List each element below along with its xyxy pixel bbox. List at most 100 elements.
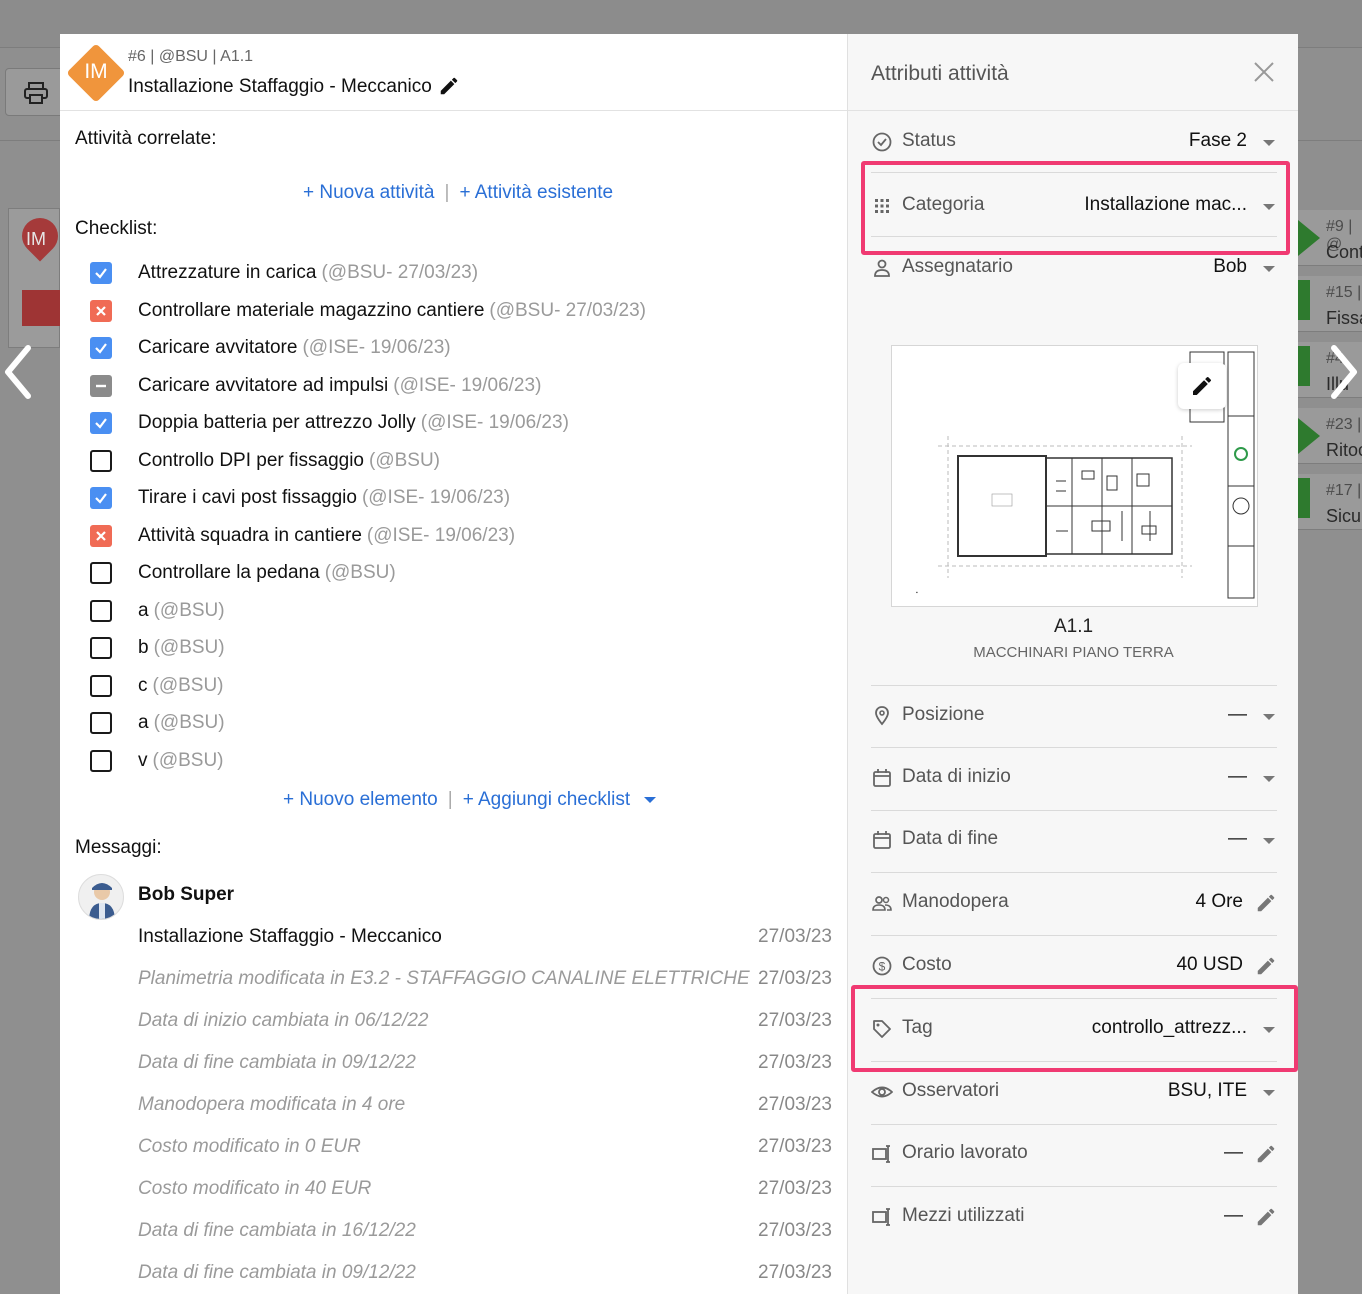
checklist-item-text: Caricare avvitatore [138, 337, 298, 358]
close-icon[interactable] [1252, 60, 1276, 84]
observers-label: Osservatori [902, 1080, 1000, 1101]
edit-plan-button[interactable] [1178, 363, 1226, 409]
caret-down-icon[interactable] [1263, 714, 1275, 720]
checklist-item[interactable]: Attrezzature in carica (@BSU- 27/03/23) [90, 260, 478, 286]
checkbox-checked[interactable] [90, 412, 112, 434]
checklist-item[interactable]: b (@BSU) [90, 635, 225, 661]
message-text: Data di inizio cambiata in 06/12/22 [138, 1010, 429, 1031]
background-task-card: #17 |Sicur [1298, 474, 1362, 530]
checklist-item-text: Tirare i cavi post fissaggio [138, 487, 357, 508]
task-meta: #6 | @BSU | A1.1 [128, 48, 254, 65]
add-checklist-link[interactable]: + Aggiungi checklist [463, 789, 630, 810]
position-field[interactable]: Posizione — [871, 697, 1277, 737]
calendar-icon [873, 831, 891, 849]
caret-down-icon[interactable] [1263, 266, 1275, 272]
checklist-item-meta: (@BSU) [324, 562, 396, 583]
message-date: 27/03/23 [758, 1178, 832, 1199]
new-item-link[interactable]: + Nuovo elemento [283, 789, 438, 810]
caret-down-icon[interactable] [1263, 776, 1275, 782]
caret-down-icon[interactable] [643, 795, 657, 805]
start-date-field[interactable]: Data di inizio — [871, 759, 1277, 799]
existing-activity-link[interactable]: + Attività esistente [459, 182, 613, 203]
caret-down-icon[interactable] [1263, 140, 1275, 146]
checklist-item-text: v [138, 749, 148, 771]
caret-down-icon[interactable] [1263, 838, 1275, 844]
observers-value: BSU, ITE [1167, 1080, 1247, 1101]
link-separator: | [447, 789, 453, 810]
checkbox-partial[interactable] [90, 374, 112, 397]
background-task-card: #15 |Fissa [1298, 276, 1362, 332]
checklist-item-text: Doppia batteria per attrezzo Jolly [138, 412, 416, 433]
previous-arrow-icon[interactable] [0, 342, 40, 402]
edit-pencil-icon[interactable] [1255, 1143, 1277, 1165]
print-button[interactable] [5, 68, 65, 116]
checklist-item[interactable]: v (@BSU) [90, 748, 224, 774]
message-item: Planimetria modificata in E3.2 - STAFFAG… [138, 968, 832, 996]
checkbox-failed[interactable] [90, 524, 112, 547]
checkbox-checked[interactable] [90, 487, 112, 509]
link-separator: | [444, 182, 450, 203]
new-activity-link[interactable]: + Nuova attività [303, 182, 435, 203]
printer-icon [24, 82, 48, 104]
observers-field[interactable]: Osservatori BSU, ITE [871, 1073, 1277, 1113]
divider [871, 810, 1277, 811]
message-author: Bob Super [138, 884, 235, 905]
edit-pencil-icon[interactable] [1255, 955, 1277, 977]
svg-text:$: $ [879, 960, 886, 974]
checklist-item[interactable]: Caricare avvitatore (@ISE- 19/06/23) [90, 335, 451, 361]
checkbox-failed[interactable] [90, 299, 112, 322]
checklist-item[interactable]: a (@BSU) [90, 710, 225, 736]
checkbox-empty[interactable] [90, 712, 112, 734]
labor-value: 4 Ore [1195, 891, 1243, 912]
message-item: Data di fine cambiata in 16/12/22 27/03/2… [138, 1220, 832, 1248]
checklist-item[interactable]: Tirare i cavi post fissaggio (@ISE- 19/06… [90, 485, 510, 511]
checklist-item-text: a [138, 599, 149, 621]
checkbox-empty[interactable] [90, 637, 112, 659]
cost-field[interactable]: $ Costo 40 USD [871, 947, 1277, 987]
checklist-item[interactable]: a (@BSU) [90, 598, 225, 624]
checkbox-empty[interactable] [90, 749, 112, 772]
status-field[interactable]: Status Fase 2 [871, 123, 1277, 163]
worked-hours-field[interactable]: Orario lavorato — [871, 1135, 1277, 1175]
custom-field-icon [872, 1208, 890, 1226]
checklist-item-meta: (@ISE- 19/06/23) [361, 487, 511, 508]
people-icon [872, 896, 892, 911]
checklist-label: Checklist: [75, 218, 158, 239]
messages-label: Messaggi: [75, 837, 162, 858]
edit-pencil-icon[interactable] [1255, 892, 1277, 914]
checklist-item[interactable]: Doppia batteria per attrezzo Jolly (@ISE-… [90, 410, 569, 436]
caret-down-icon[interactable] [1263, 1090, 1275, 1096]
checklist-item[interactable]: Controllare materiale magazzino cantiere… [90, 298, 646, 324]
message-text: Costo modificato in 0 EUR [138, 1136, 361, 1157]
checkbox-empty[interactable] [90, 599, 112, 622]
background-task-card: #9 | @ Cont [1298, 210, 1362, 266]
checkbox-empty[interactable] [90, 674, 112, 697]
checklist-item[interactable]: Controllare la pedana (@BSU) [90, 560, 396, 586]
checklist-item-meta: (@ISE- 19/06/23) [302, 337, 451, 358]
x-mark-icon [96, 305, 106, 316]
checklist-item[interactable]: c (@BSU) [90, 673, 224, 699]
message-text: Data di fine cambiata in 16/12/22 [138, 1220, 416, 1241]
background-pin-label: IM [26, 229, 46, 249]
task-modal: IM #6 | @BSU | A1.1 Installazione Staffa… [60, 34, 1298, 1294]
assignee-field[interactable]: Assegnatario Bob [871, 249, 1277, 289]
checklist-item[interactable]: Caricare avvitatore ad impulsi (@ISE- 19/… [90, 373, 541, 399]
edit-title-pencil-icon[interactable] [438, 75, 460, 97]
checkbox-checked[interactable] [90, 337, 112, 359]
next-arrow-icon[interactable] [1322, 342, 1362, 402]
pencil-icon [1193, 376, 1212, 395]
edit-pencil-icon[interactable] [1255, 1206, 1277, 1228]
checkbox-empty[interactable] [90, 449, 112, 472]
checklist-item-meta: (@BSU) [152, 749, 224, 771]
labor-field[interactable]: Manodopera 4 Ore [871, 884, 1277, 924]
equipment-used-field[interactable]: Mezzi utilizzati — [871, 1198, 1277, 1238]
checkbox-checked[interactable] [90, 262, 112, 284]
svg-text:▪: ▪ [916, 590, 918, 596]
checklist-item[interactable]: Controllo DPI per fissaggio (@BSU) [90, 448, 440, 474]
related-links: + Nuova attività | + Attività esistente [303, 182, 613, 204]
end-date-field[interactable]: Data di fine — [871, 821, 1277, 861]
checklist-item-text: Controllo DPI per fissaggio [138, 449, 364, 471]
checklist-item[interactable]: Attività squadra in cantiere (@ISE- 19/06… [90, 523, 515, 549]
checkmark-icon [95, 418, 107, 429]
checkbox-empty[interactable] [90, 562, 112, 584]
